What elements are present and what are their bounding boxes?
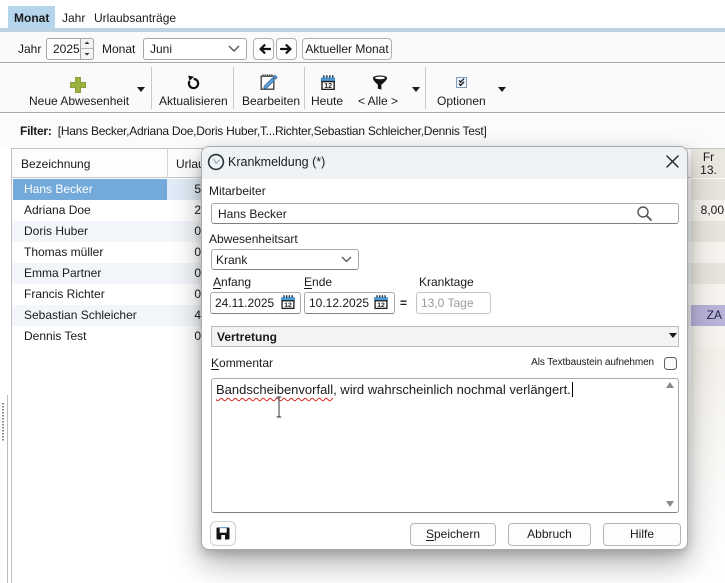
svg-text:12: 12 [377, 302, 385, 309]
svg-text:12: 12 [284, 302, 292, 309]
svg-text:12: 12 [324, 83, 332, 90]
